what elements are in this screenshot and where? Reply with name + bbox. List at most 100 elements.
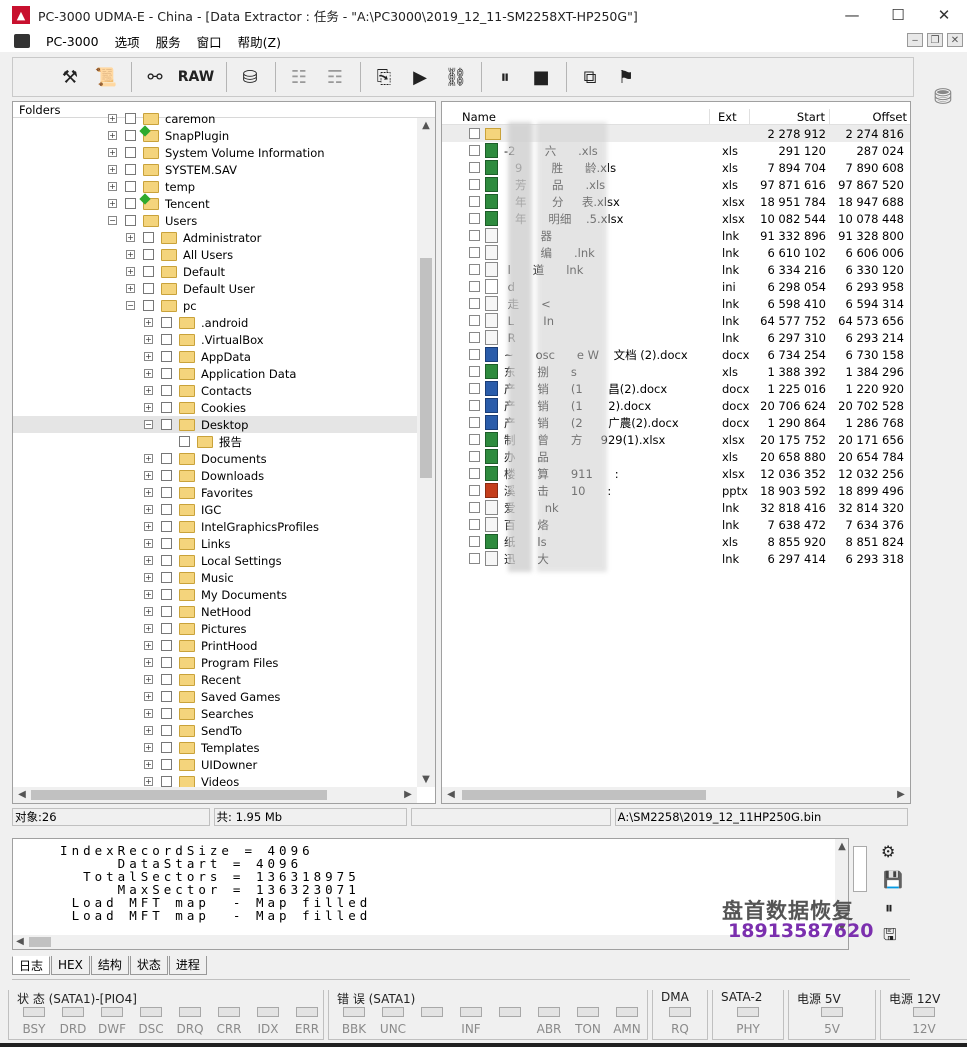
- file-checkbox[interactable]: [469, 315, 480, 326]
- network-icon[interactable]: ⛓: [439, 60, 473, 94]
- file-checkbox[interactable]: [469, 162, 480, 173]
- tree-node[interactable]: 报告: [13, 433, 417, 450]
- tree-checkbox[interactable]: [161, 691, 172, 702]
- scroll-down-icon[interactable]: ▼: [417, 774, 435, 785]
- folders-hscroll[interactable]: ◀ ▶: [13, 787, 417, 803]
- tree-node[interactable]: + My Documents: [13, 586, 417, 603]
- tree-checkbox[interactable]: [143, 266, 154, 277]
- file-checkbox[interactable]: [469, 468, 480, 479]
- tab-log[interactable]: 日志: [12, 956, 51, 975]
- folders-vscroll-thumb[interactable]: [420, 258, 432, 478]
- expand-icon[interactable]: +: [108, 131, 117, 140]
- expand-icon[interactable]: +: [144, 573, 153, 582]
- file-checkbox[interactable]: [469, 230, 480, 241]
- tree-checkbox[interactable]: [161, 589, 172, 600]
- raw-button[interactable]: RAW: [174, 60, 218, 94]
- tree-checkbox[interactable]: [143, 300, 154, 311]
- tree-node[interactable]: − Users: [13, 212, 417, 229]
- tree-node[interactable]: + Recent: [13, 671, 417, 688]
- expand-icon[interactable]: +: [144, 522, 153, 531]
- expand-icon[interactable]: +: [126, 250, 135, 259]
- tree-checkbox[interactable]: [161, 657, 172, 668]
- file-checkbox[interactable]: [469, 298, 480, 309]
- tree-checkbox[interactable]: [161, 555, 172, 566]
- expand-icon[interactable]: +: [144, 539, 153, 548]
- expand-icon[interactable]: +: [108, 165, 117, 174]
- file-checkbox[interactable]: [469, 434, 480, 445]
- pause-log-icon[interactable]: ⏸: [885, 898, 893, 918]
- tree-node[interactable]: + Cookies: [13, 399, 417, 416]
- file-checkbox[interactable]: [469, 485, 480, 496]
- menu-window[interactable]: 窗口: [189, 32, 230, 51]
- copy-check-icon[interactable]: ⎘: [367, 60, 401, 94]
- file-checkbox[interactable]: [469, 519, 480, 530]
- tree-node[interactable]: − Desktop: [13, 416, 417, 433]
- files-hscroll-thumb[interactable]: [462, 790, 706, 800]
- tree-checkbox[interactable]: [161, 521, 172, 532]
- expand-icon[interactable]: +: [144, 454, 153, 463]
- file-checkbox[interactable]: [469, 179, 480, 190]
- tree-node[interactable]: + Documents: [13, 450, 417, 467]
- file-checkbox[interactable]: [469, 366, 480, 377]
- binoculars-icon[interactable]: ⚯: [138, 60, 172, 94]
- tree-checkbox[interactable]: [161, 572, 172, 583]
- file-checkbox[interactable]: [469, 451, 480, 462]
- tree-node[interactable]: + Downloads: [13, 467, 417, 484]
- tree-checkbox[interactable]: [161, 606, 172, 617]
- expand-icon[interactable]: +: [144, 641, 153, 650]
- tools-icon[interactable]: ⚒: [53, 60, 87, 94]
- tree-checkbox[interactable]: [161, 776, 172, 787]
- tree-checkbox[interactable]: [125, 198, 136, 209]
- expand-icon[interactable]: +: [126, 233, 135, 242]
- tab-status[interactable]: 状态: [129, 956, 168, 975]
- tree-checkbox[interactable]: [161, 623, 172, 634]
- tree-node[interactable]: + Music: [13, 569, 417, 586]
- file-checkbox[interactable]: [469, 383, 480, 394]
- tree-checkbox[interactable]: [125, 147, 136, 158]
- tree-checkbox[interactable]: [161, 725, 172, 736]
- scroll-up-icon[interactable]: ▲: [417, 120, 435, 131]
- expand-icon[interactable]: +: [144, 760, 153, 769]
- tree-node[interactable]: + IGC: [13, 501, 417, 518]
- expand-icon[interactable]: +: [144, 386, 153, 395]
- pause-icon[interactable]: ⏸: [488, 60, 522, 94]
- save-icon[interactable]: 💾: [883, 870, 903, 889]
- mdi-restore-button[interactable]: ❐: [927, 33, 943, 47]
- scroll-up-icon[interactable]: ▲: [835, 841, 848, 852]
- exit-icon[interactable]: ⚑: [609, 60, 643, 94]
- tree-node[interactable]: + AppData: [13, 348, 417, 365]
- mdi-minimize-button[interactable]: ‒: [907, 33, 923, 47]
- tree-node[interactable]: + Program Files: [13, 654, 417, 671]
- collapse-icon[interactable]: −: [144, 420, 153, 429]
- tree-checkbox[interactable]: [125, 181, 136, 192]
- save-as-icon[interactable]: 🖫: [883, 924, 897, 951]
- expand-icon[interactable]: +: [144, 743, 153, 752]
- scroll-left-icon[interactable]: ◀: [13, 936, 27, 947]
- file-checkbox[interactable]: [469, 536, 480, 547]
- expand-icon[interactable]: +: [144, 675, 153, 684]
- tree-checkbox[interactable]: [161, 334, 172, 345]
- tree-checkbox[interactable]: [161, 402, 172, 413]
- expand-icon[interactable]: +: [144, 318, 153, 327]
- expand-icon[interactable]: +: [144, 369, 153, 378]
- tree-checkbox[interactable]: [161, 640, 172, 651]
- tree-checkbox[interactable]: [143, 249, 154, 260]
- menu-service[interactable]: 服务: [148, 32, 189, 51]
- tree-node[interactable]: + caremon: [13, 110, 417, 127]
- stop-icon[interactable]: ■: [524, 60, 558, 94]
- file-checkbox[interactable]: [469, 400, 480, 411]
- collapse-icon[interactable]: −: [126, 301, 135, 310]
- tree-node[interactable]: + Contacts: [13, 382, 417, 399]
- tree-node[interactable]: + NetHood: [13, 603, 417, 620]
- scroll-right-icon[interactable]: ▶: [399, 789, 417, 800]
- log-settings-icon[interactable]: ⚙: [881, 842, 895, 861]
- tree-checkbox[interactable]: [161, 504, 172, 515]
- tree-checkbox[interactable]: [143, 232, 154, 243]
- log-hscroll[interactable]: ◀: [13, 935, 848, 949]
- file-checkbox[interactable]: [469, 349, 480, 360]
- tree-node[interactable]: + UIDowner: [13, 756, 417, 773]
- file-checkbox[interactable]: [469, 213, 480, 224]
- tree-checkbox[interactable]: [161, 470, 172, 481]
- column-start[interactable]: Start: [750, 109, 830, 125]
- tree-checkbox[interactable]: [161, 538, 172, 549]
